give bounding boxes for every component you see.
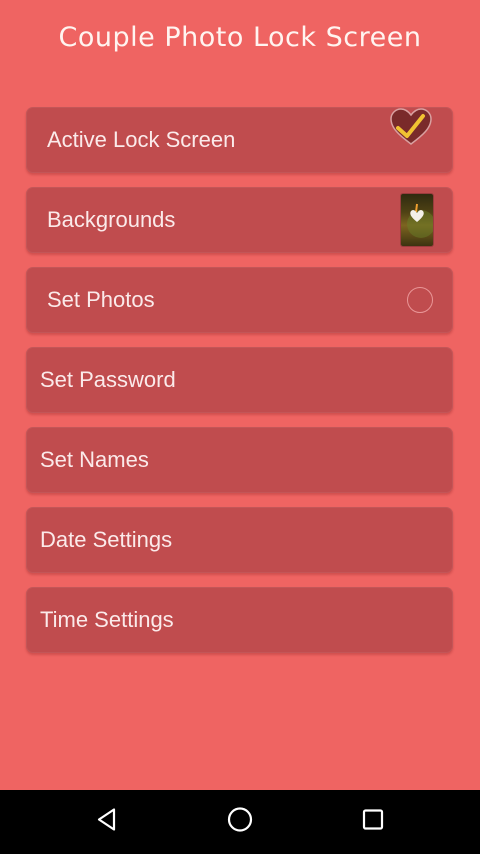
- item-label: Set Password: [40, 367, 176, 392]
- item-label: Active Lock Screen: [47, 127, 236, 152]
- set-names-item[interactable]: Set Names: [26, 427, 453, 493]
- date-settings-item[interactable]: Date Settings: [26, 507, 453, 573]
- item-label: Date Settings: [40, 527, 173, 552]
- active-lock-screen-item[interactable]: Active Lock Screen: [26, 107, 453, 173]
- set-photos-item[interactable]: Set Photos: [26, 267, 453, 333]
- home-icon[interactable]: [226, 806, 254, 839]
- recents-icon[interactable]: [361, 808, 385, 837]
- backgrounds-item[interactable]: Backgrounds: [26, 187, 453, 253]
- heart-check-icon: [389, 107, 433, 173]
- back-icon[interactable]: [94, 807, 120, 838]
- item-label: Set Photos: [47, 287, 155, 312]
- item-label: Backgrounds: [47, 207, 176, 232]
- system-navigation-bar: [0, 790, 480, 854]
- item-label: Time Settings: [40, 607, 174, 632]
- item-label: Set Names: [40, 447, 149, 472]
- settings-menu: Active Lock Screen Backgrounds Set Photo…: [26, 107, 453, 667]
- time-settings-item[interactable]: Time Settings: [26, 587, 453, 653]
- background-thumbnail: [401, 194, 433, 246]
- set-password-item[interactable]: Set Password: [26, 347, 453, 413]
- app-title: Couple Photo Lock Screen: [58, 22, 422, 53]
- radio-circle-icon[interactable]: [407, 287, 433, 313]
